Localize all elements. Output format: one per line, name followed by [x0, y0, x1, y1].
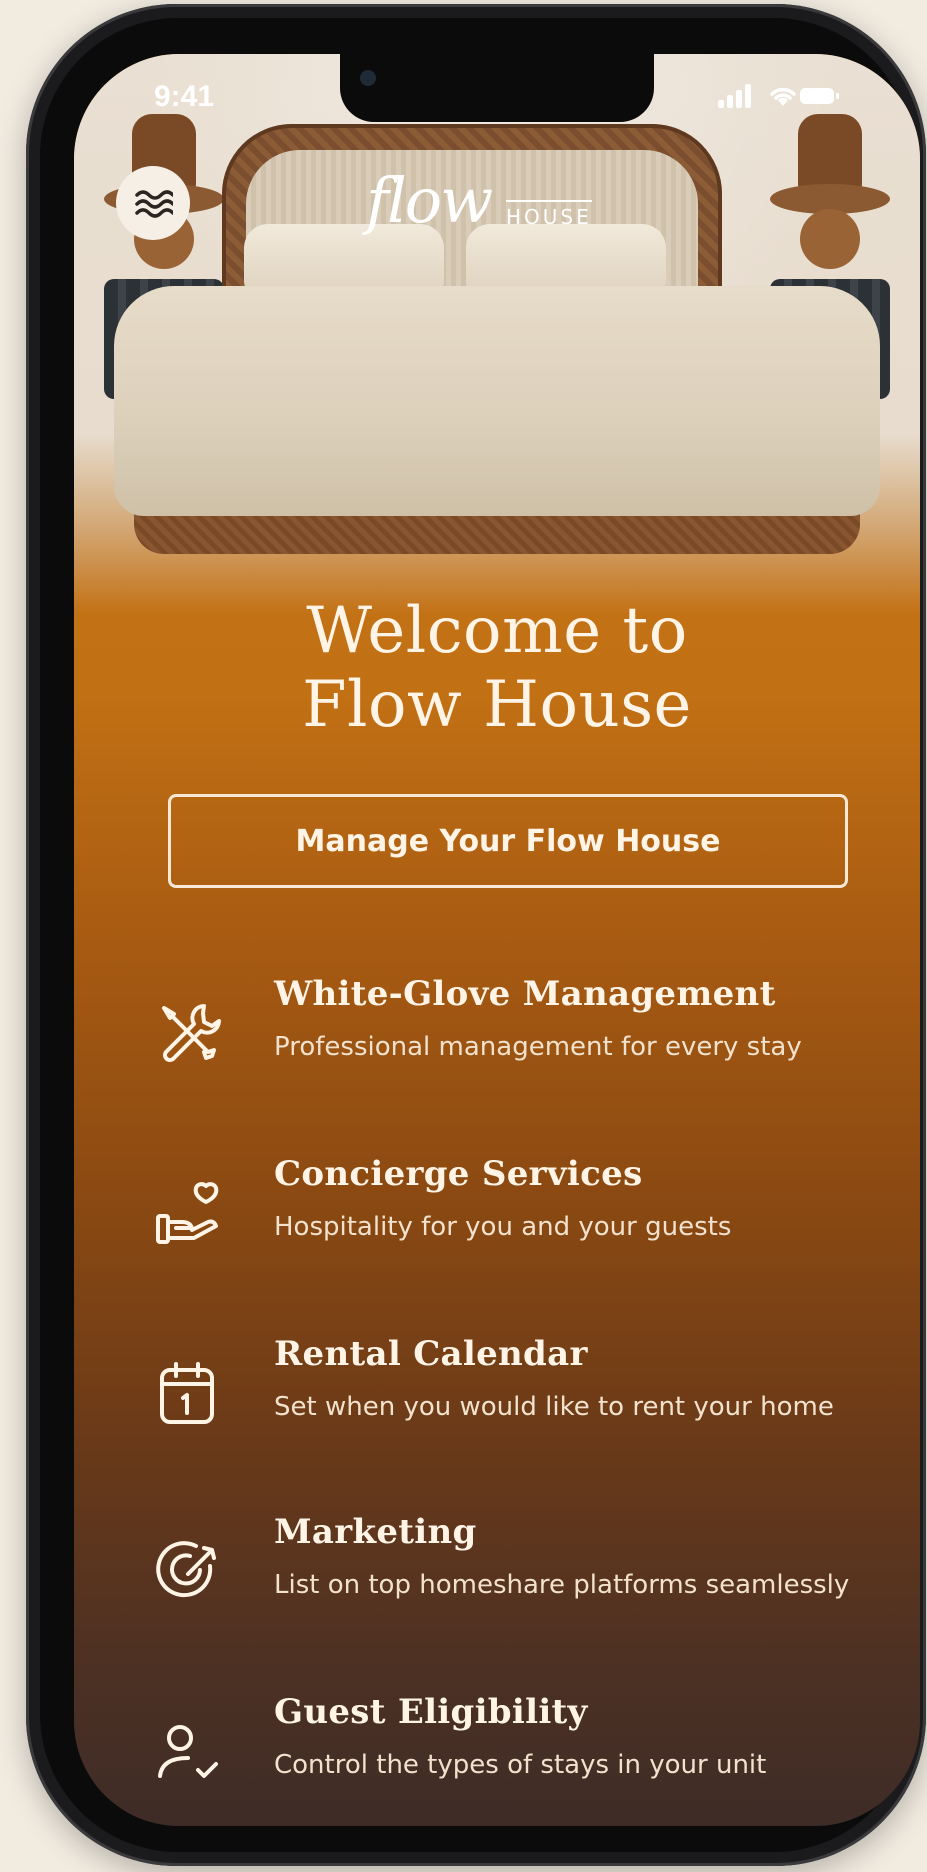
feature-item-guest-eligibility[interactable]: Guest Eligibility Control the types of s…	[74, 1692, 920, 1826]
tools-icon	[152, 996, 228, 1072]
title-line-1: Welcome to	[306, 594, 688, 668]
target-icon	[152, 1534, 228, 1610]
feature-title: Rental Calendar	[274, 1334, 588, 1374]
logo-script: flow	[366, 164, 493, 237]
feature-description: Professional management for every stay	[274, 1032, 802, 1062]
status-time: 9:41	[154, 80, 215, 113]
app-screen: 9:41 flow HOUSE Welcome to Flow House Ma…	[74, 54, 920, 1826]
feature-item-white-glove[interactable]: White-Glove Management Professional mana…	[74, 974, 920, 1114]
battery-icon	[800, 88, 839, 104]
feature-title: White-Glove Management	[274, 974, 776, 1014]
logo-word: HOUSE	[506, 200, 592, 229]
feature-description: Hospitality for you and your guests	[274, 1212, 732, 1242]
feature-item-marketing[interactable]: Marketing List on top homeshare platform…	[74, 1512, 920, 1652]
status-icons	[718, 82, 839, 113]
feature-item-rental-calendar[interactable]: Rental Calendar Set when you would like …	[74, 1334, 920, 1474]
calendar-icon	[152, 1356, 228, 1432]
feature-item-concierge[interactable]: Concierge Services Hospitality for you a…	[74, 1154, 920, 1294]
hero-image	[74, 54, 920, 614]
feature-description: Control the types of stays in your unit	[274, 1750, 767, 1780]
page-title: Welcome to Flow House	[74, 594, 920, 742]
feature-title: Marketing	[274, 1512, 477, 1552]
bed-cover	[114, 286, 880, 516]
feature-title: Concierge Services	[274, 1154, 643, 1194]
menu-button[interactable]	[116, 166, 190, 240]
front-camera	[360, 70, 376, 86]
feature-description: List on top homeshare platforms seamless…	[274, 1570, 850, 1600]
feature-description: Set when you would like to rent your hom…	[274, 1392, 834, 1422]
manage-flow-house-button[interactable]: Manage Your Flow House	[168, 794, 848, 888]
user-check-icon	[152, 1714, 228, 1790]
wifi-icon	[768, 84, 798, 113]
title-line-2: Flow House	[302, 668, 692, 742]
flow-house-logo: flow HOUSE	[366, 164, 666, 254]
feature-title: Guest Eligibility	[274, 1692, 588, 1732]
camera-notch	[340, 54, 654, 122]
menu-waves-icon	[135, 190, 173, 218]
hand-heart-icon	[152, 1176, 228, 1252]
